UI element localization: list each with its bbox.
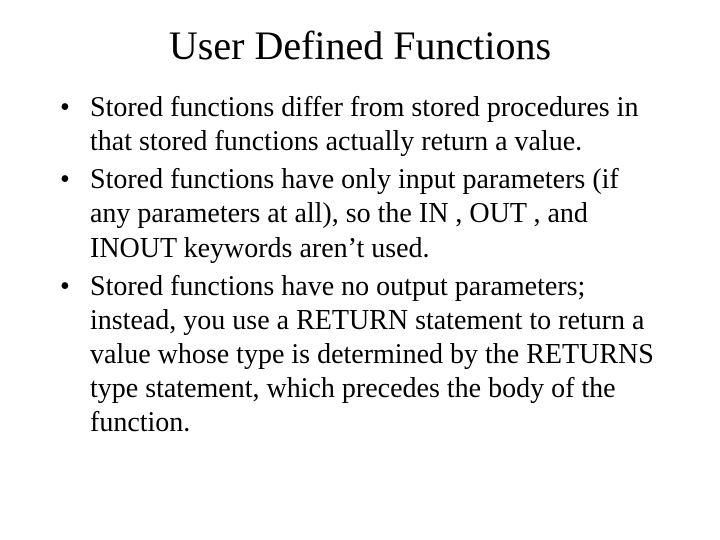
list-item: Stored functions differ from stored proc…	[56, 91, 664, 159]
slide: User Defined Functions Stored functions …	[0, 0, 720, 540]
bullet-list: Stored functions differ from stored proc…	[56, 91, 664, 441]
slide-title: User Defined Functions	[50, 22, 670, 69]
list-item: Stored functions have only input paramet…	[56, 163, 664, 265]
list-item: Stored functions have no output paramete…	[56, 270, 664, 441]
